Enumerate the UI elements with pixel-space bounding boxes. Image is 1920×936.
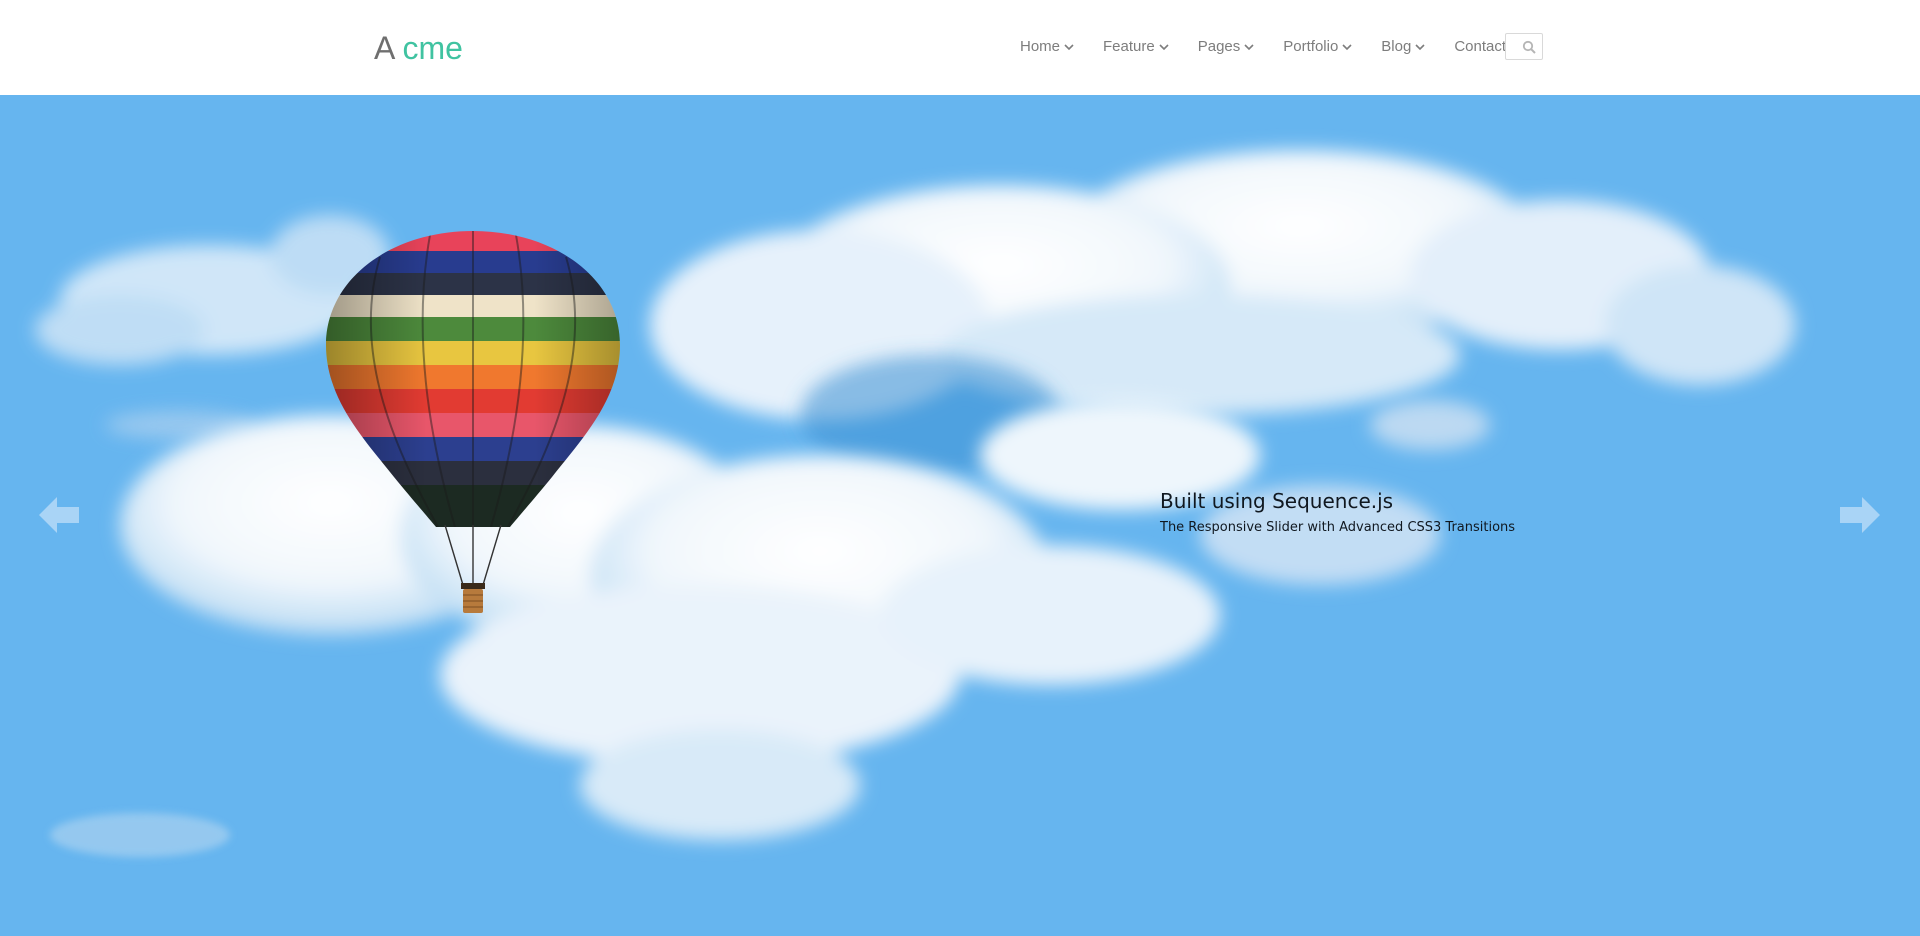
site-logo[interactable]: A cme (374, 28, 463, 68)
arrow-right-icon (1840, 497, 1880, 533)
chevron-down-icon (1064, 43, 1074, 51)
chevron-down-icon (1244, 43, 1254, 51)
slider-prev-button[interactable] (37, 493, 81, 537)
slider-next-button[interactable] (1838, 493, 1882, 537)
hero-slider: Built using Sequence.js The Responsive S… (0, 95, 1920, 936)
nav-item-label: Blog (1381, 38, 1412, 55)
nav-item-portfolio[interactable]: Portfolio (1283, 38, 1352, 55)
chevron-down-icon (1415, 43, 1425, 51)
slide-title: Built using Sequence.js (1160, 489, 1394, 513)
nav-item-label: Contact (1454, 38, 1507, 55)
nav-item-home[interactable]: Home (1020, 38, 1074, 55)
chevron-down-icon (1159, 43, 1169, 51)
nav-item-blog[interactable]: Blog (1381, 38, 1425, 55)
site-header: A cme Home Feature Pages Portfolio Blog … (0, 0, 1920, 96)
nav-item-pages[interactable]: Pages (1198, 38, 1255, 55)
nav-item-label: Pages (1197, 38, 1241, 55)
nav-item-label: Home (1020, 38, 1061, 55)
nav-item-label: Portfolio (1283, 38, 1339, 55)
nav-item-contact[interactable]: Contact (1454, 38, 1506, 55)
search-toggle-button[interactable] (1505, 33, 1543, 60)
cloud-background-image (35, 150, 1795, 857)
logo-letter: A (374, 30, 394, 66)
arrow-left-icon (39, 497, 79, 533)
slide-subtitle: The Responsive Slider with Advanced CSS3… (1160, 520, 1516, 535)
nav-item-feature[interactable]: Feature (1103, 38, 1169, 55)
search-icon (1522, 40, 1536, 54)
slide-caption: Built using Sequence.js The Responsive S… (1160, 488, 1515, 537)
main-nav: Home Feature Pages Portfolio Blog Contac… (1020, 38, 1506, 55)
chevron-down-icon (1342, 43, 1352, 51)
logo-word: cme (402, 30, 463, 66)
hot-air-balloon-image (326, 231, 620, 613)
nav-item-label: Feature (1103, 38, 1155, 55)
